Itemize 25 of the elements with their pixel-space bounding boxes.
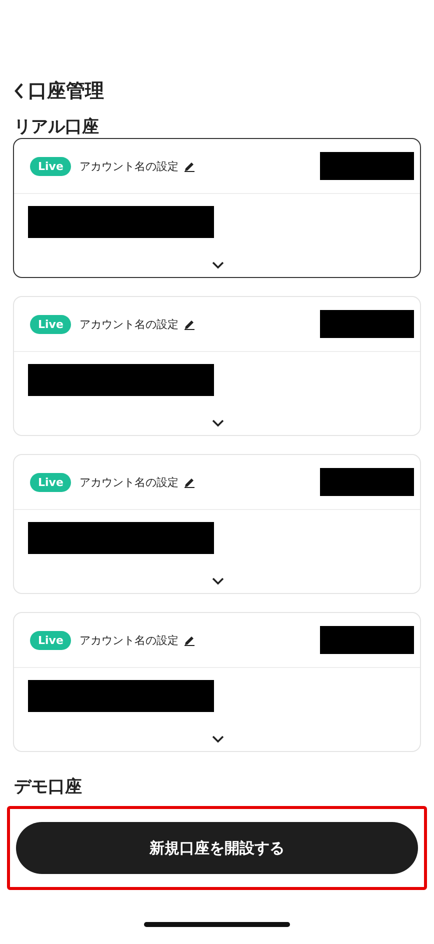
account-card[interactable]: Live アカウント名の設定 xyxy=(13,612,421,752)
live-badge: Live xyxy=(30,472,72,492)
live-badge: Live xyxy=(30,156,72,176)
account-name-link[interactable]: アカウント名の設定 xyxy=(79,158,178,174)
page-title: 口座管理 xyxy=(28,79,104,104)
chevron-down-icon[interactable] xyxy=(212,577,224,585)
account-card[interactable]: Live アカウント名の設定 xyxy=(13,138,421,278)
pencil-icon[interactable] xyxy=(184,160,196,172)
live-badge: Live xyxy=(30,630,72,650)
live-badge: Live xyxy=(30,314,72,334)
chevron-down-icon[interactable] xyxy=(212,419,224,427)
pencil-icon[interactable] xyxy=(184,634,196,646)
pencil-icon[interactable] xyxy=(184,318,196,330)
back-icon[interactable] xyxy=(14,82,24,100)
chevron-down-icon[interactable] xyxy=(212,261,224,269)
account-card[interactable]: Live アカウント名の設定 xyxy=(13,454,421,594)
section-title: リアル口座 xyxy=(13,116,100,138)
section-title: デモ口座 xyxy=(13,776,83,798)
account-name-link[interactable]: アカウント名の設定 xyxy=(79,632,178,648)
chevron-down-icon[interactable] xyxy=(212,735,224,743)
pencil-icon[interactable] xyxy=(184,476,196,488)
account-card[interactable]: Live アカウント名の設定 xyxy=(13,296,421,436)
account-name-link[interactable]: アカウント名の設定 xyxy=(79,474,178,490)
account-name-link[interactable]: アカウント名の設定 xyxy=(79,316,178,332)
open-account-button[interactable]: 新規口座を開設する xyxy=(16,822,418,874)
